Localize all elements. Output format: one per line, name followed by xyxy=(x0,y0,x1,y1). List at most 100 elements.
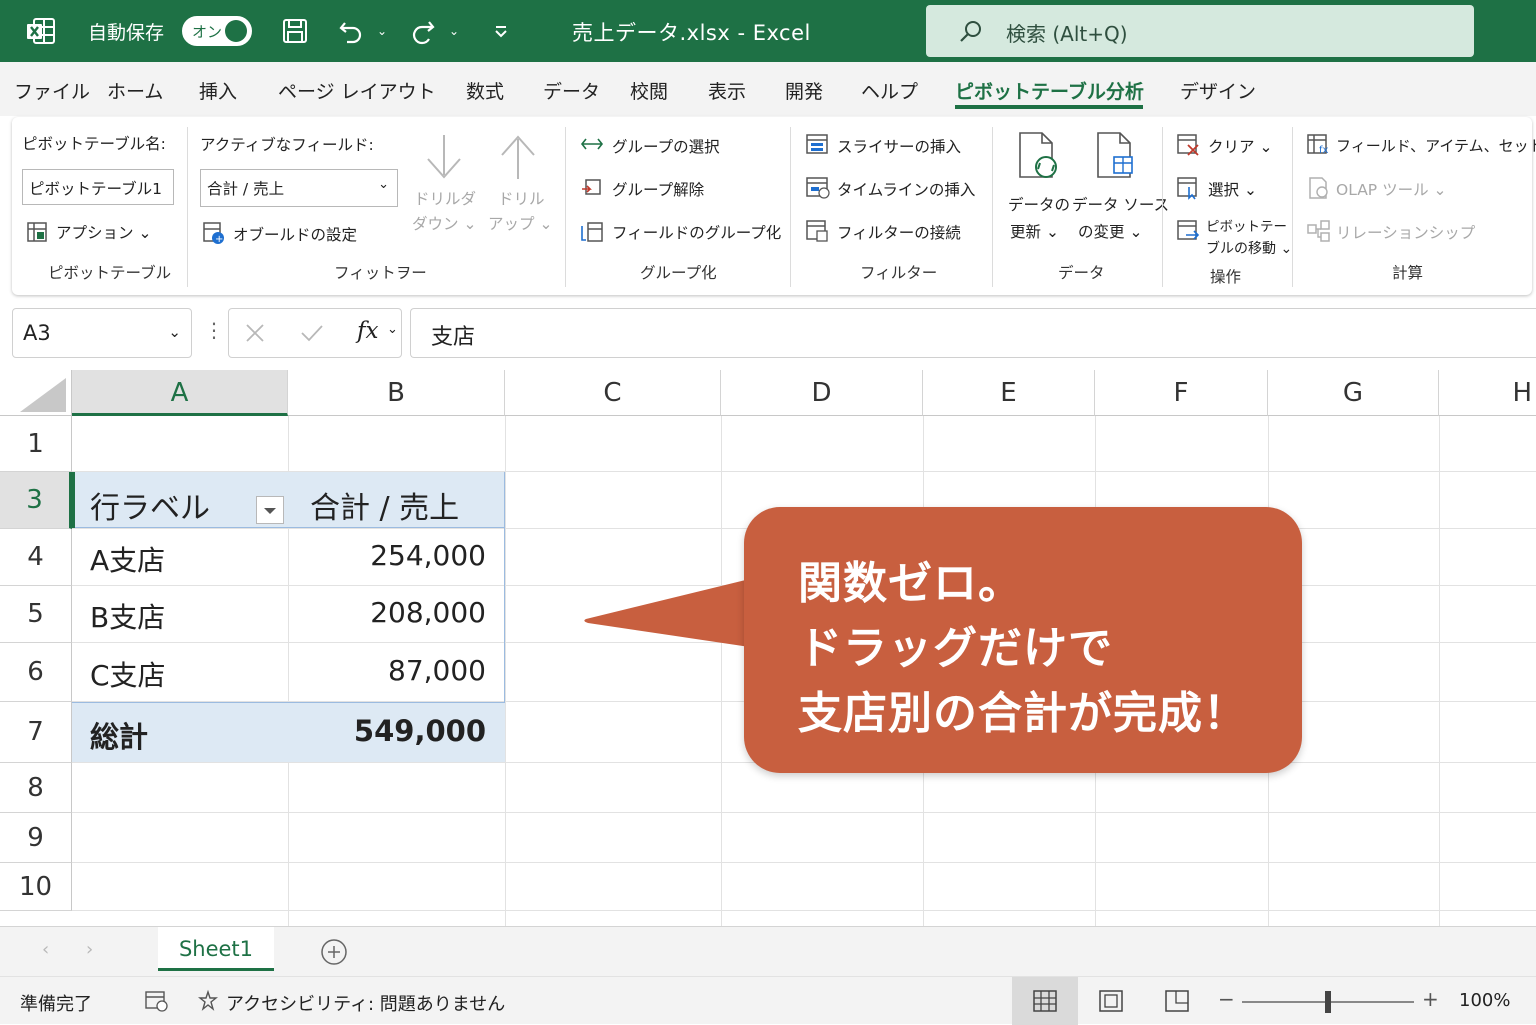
pivot-row-labels-header[interactable]: 行ラベル xyxy=(90,483,210,527)
insert-timeline-icon[interactable] xyxy=(805,176,831,204)
zoom-slider-thumb[interactable] xyxy=(1325,991,1331,1013)
add-sheet-icon[interactable] xyxy=(320,938,348,970)
pivot-grand-total-row[interactable]: 総計 549,000 xyxy=(72,702,505,762)
row-header-8[interactable]: 8 xyxy=(0,763,72,813)
formula-bar-splitter-icon[interactable]: ⋮ xyxy=(204,318,224,342)
formula-input[interactable]: 支店 xyxy=(410,308,1536,358)
olap-tools-icon[interactable] xyxy=(1306,176,1332,204)
options-icon[interactable] xyxy=(26,221,48,247)
row-header-9[interactable]: 9 xyxy=(0,813,72,863)
pivot-row[interactable]: A支店 254,000 xyxy=(72,529,505,586)
column-header-f[interactable]: F xyxy=(1095,370,1268,416)
select-button[interactable]: 選択 ⌄ xyxy=(1208,178,1257,200)
filter-connections-icon[interactable] xyxy=(805,219,831,247)
change-source-button[interactable]: の変更 ⌄ xyxy=(1078,220,1142,242)
pivot-row[interactable]: B支店 208,000 xyxy=(72,586,505,643)
group-field-button[interactable]: フィールドのグループ化 xyxy=(612,221,781,243)
pivot-value-header[interactable]: 合計 / 売上 xyxy=(310,483,459,527)
column-header-h[interactable]: H xyxy=(1439,370,1536,416)
insert-slicer-button[interactable]: スライサーの挿入 xyxy=(837,135,961,157)
group-selection-icon[interactable] xyxy=(580,134,604,158)
tab-insert[interactable]: 挿入 xyxy=(199,77,237,104)
change-source-icon[interactable] xyxy=(1094,131,1140,185)
tab-review[interactable]: 校閲 xyxy=(630,77,668,104)
autosave-toggle[interactable]: オン xyxy=(182,16,252,46)
accessibility-icon[interactable] xyxy=(196,989,220,1017)
refresh-button[interactable]: 更新 ⌄ xyxy=(1010,220,1059,242)
drill-down-icon[interactable] xyxy=(422,131,466,187)
tab-view[interactable]: 表示 xyxy=(708,77,746,104)
zoom-out-button[interactable]: − xyxy=(1218,987,1235,1011)
relationships-icon[interactable] xyxy=(1306,219,1332,247)
tab-design[interactable]: デザイン xyxy=(1180,77,1256,104)
undo-dropdown-icon[interactable]: ⌄ xyxy=(372,14,392,48)
insert-timeline-button[interactable]: タイムラインの挿入 xyxy=(837,178,975,200)
page-break-view-icon[interactable] xyxy=(1164,989,1190,1017)
cancel-icon[interactable] xyxy=(243,321,267,349)
column-header-g[interactable]: G xyxy=(1268,370,1439,416)
tab-page-layout[interactable]: ページ レイアウト xyxy=(278,77,436,104)
tab-developer[interactable]: 開発 xyxy=(785,77,823,104)
refresh-icon[interactable] xyxy=(1016,131,1062,185)
tab-help[interactable]: ヘルプ xyxy=(861,77,918,104)
column-header-b[interactable]: B xyxy=(288,370,505,416)
ungroup-button[interactable]: グループ解除 xyxy=(612,178,704,200)
active-field-select[interactable]: 合計 / 売上 ⌄ xyxy=(200,169,398,207)
sheet-tab-sheet1[interactable]: Sheet1 xyxy=(158,927,274,971)
undo-icon[interactable] xyxy=(334,14,368,48)
chevron-down-icon[interactable]: ⌄ xyxy=(387,322,398,337)
tab-home[interactable]: ホーム xyxy=(107,77,163,104)
row-labels-filter-button[interactable] xyxy=(256,496,284,524)
zoom-in-button[interactable]: + xyxy=(1422,987,1439,1011)
drill-up-icon[interactable] xyxy=(496,131,540,187)
select-all-button[interactable] xyxy=(0,370,72,416)
row-header-3[interactable]: 3 xyxy=(0,472,72,529)
name-box[interactable]: A3 ⌄ xyxy=(12,308,192,358)
pivot-row[interactable]: C支店 87,000 xyxy=(72,643,505,702)
redo-dropdown-icon[interactable]: ⌄ xyxy=(444,14,464,48)
field-settings-button[interactable]: オブールドの設定 xyxy=(233,223,357,245)
tab-data[interactable]: データ xyxy=(543,77,600,104)
options-button[interactable]: アプション ⌄ xyxy=(56,221,151,243)
clear-button[interactable]: クリア ⌄ xyxy=(1208,135,1272,157)
filter-connections-button[interactable]: フィルターの接続 xyxy=(837,221,961,243)
column-header-e[interactable]: E xyxy=(923,370,1095,416)
row-header-10[interactable]: 10 xyxy=(0,863,72,911)
enter-icon[interactable] xyxy=(299,321,325,349)
field-settings-icon[interactable]: + xyxy=(202,221,226,249)
relationships-button[interactable]: リレーションシップ xyxy=(1336,221,1475,243)
insert-slicer-icon[interactable] xyxy=(805,133,831,161)
column-header-c[interactable]: C xyxy=(505,370,721,416)
scroll-left-icon[interactable]: ‹ xyxy=(42,939,49,960)
row-header-4[interactable]: 4 xyxy=(0,529,72,586)
row-header-6[interactable]: 6 xyxy=(0,643,72,702)
scroll-right-icon[interactable]: › xyxy=(86,939,93,960)
customize-toolbar-icon[interactable] xyxy=(484,14,518,48)
zoom-level[interactable]: 100% xyxy=(1459,990,1510,1011)
olap-tools-button[interactable]: OLAP ツール ⌄ xyxy=(1336,178,1447,200)
row-header-1[interactable]: 1 xyxy=(0,416,72,472)
fields-items-sets-button[interactable]: フィールド、アイテム、セット ⌄ xyxy=(1336,135,1536,156)
search-box[interactable]: 検索 (Alt+Q) xyxy=(926,5,1474,57)
move-pivot-icon[interactable] xyxy=(1176,219,1202,247)
ungroup-icon[interactable] xyxy=(580,177,604,203)
group-selection-button[interactable]: グループの選択 xyxy=(612,135,720,157)
pivot-name-input[interactable]: ピボットテーブル1 xyxy=(22,169,174,205)
page-layout-view-icon[interactable] xyxy=(1098,989,1124,1017)
redo-icon[interactable] xyxy=(406,14,440,48)
insert-function-button[interactable]: fx xyxy=(357,318,378,344)
tab-pivottable-analyze[interactable]: ピボットテーブル分析 xyxy=(955,77,1144,104)
save-icon[interactable] xyxy=(278,14,312,48)
accessibility-status[interactable]: アクセシビリティ: 問題ありません xyxy=(226,990,505,1016)
clear-icon[interactable] xyxy=(1176,133,1202,161)
column-header-a[interactable]: A xyxy=(72,370,288,416)
row-header-7[interactable]: 7 xyxy=(0,702,72,763)
column-header-d[interactable]: D xyxy=(721,370,923,416)
fields-items-sets-icon[interactable]: fx xyxy=(1306,133,1332,161)
tab-file[interactable]: ファイル xyxy=(14,77,90,104)
workbook-statistics-icon[interactable] xyxy=(144,989,170,1017)
group-field-icon[interactable] xyxy=(580,220,604,248)
move-pivot-button[interactable]: ブルの移動 ⌄ xyxy=(1206,238,1292,258)
normal-view-button[interactable] xyxy=(1012,977,1078,1025)
tab-formulas[interactable]: 数式 xyxy=(466,77,504,104)
